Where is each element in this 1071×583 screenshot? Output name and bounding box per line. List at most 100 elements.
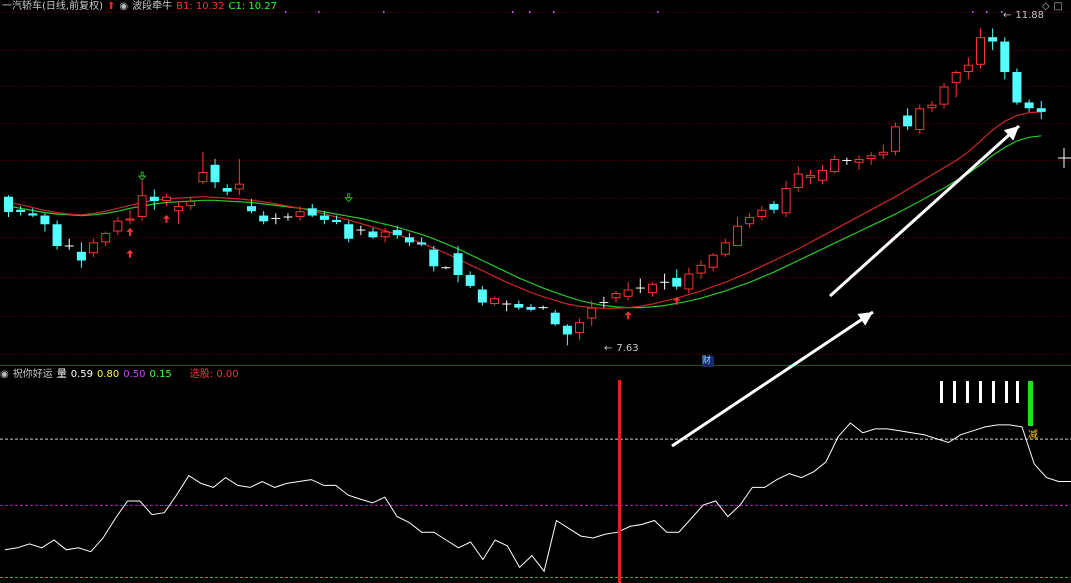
candle [854,155,864,170]
oscillator-value-3: 0.50 [123,369,146,380]
candle-body [963,64,973,72]
candle-body [198,172,208,183]
settings-circle-icon[interactable]: ◉ [0,369,9,380]
candle [137,180,147,221]
candle-body [161,196,171,202]
candle [149,189,159,210]
sell-arrow-icon [344,193,354,203]
candle-body [562,325,572,335]
candle-body [526,306,536,310]
candle-body [793,173,803,188]
candle-body [404,237,414,243]
candle-body [830,159,840,173]
candle-body [745,217,755,225]
stock-chart-canvas[interactable] [0,0,1071,583]
candle [708,253,718,272]
candle-body [28,213,38,216]
candle-body [575,322,585,333]
candle-body [769,203,779,210]
candle-body [113,220,123,232]
oscillator [4,380,1071,583]
candle [951,70,961,98]
candle [271,213,281,225]
security-title[interactable]: 一汽轿车(日线,前复权) [2,1,103,12]
candle [490,296,499,306]
ma-slow-line [8,135,1042,309]
oscillator-name[interactable]: 祝你好运 [13,369,53,380]
sell-arrow-icon [137,171,147,181]
candle-body [307,208,317,216]
candle [866,151,876,165]
candle-body [805,174,815,178]
candle-body [4,196,13,212]
candles[interactable] [4,28,1046,346]
candle-body [392,230,402,236]
candle-body [344,224,354,239]
candle [89,238,99,257]
candle-body [40,215,50,225]
arrow-stem [129,253,131,258]
candle [429,246,439,272]
arrow-head [137,175,147,181]
candle [477,285,487,306]
candle [210,159,220,188]
settings-circle-icon[interactable]: ◉ [119,1,128,12]
candle-body [647,283,657,294]
candle-body [490,298,499,305]
candle-body [429,249,439,267]
low-price-value: 7.63 [616,343,639,354]
buy-arrow-icon [126,227,134,236]
candle-body [234,183,244,190]
candle [356,225,366,236]
candle [757,206,767,221]
candle [283,213,293,221]
candle-body [137,195,147,217]
candle-body [247,206,256,212]
candle [113,217,123,236]
finance-badge[interactable]: 财 [702,356,714,367]
candle-body [866,155,876,159]
candle [1036,101,1046,120]
candle [198,151,208,185]
candle [720,238,730,257]
candle [611,290,621,303]
candle-body [854,159,864,163]
candle-body [514,304,524,308]
candle [745,213,755,228]
candle [733,217,742,246]
candle-body [696,264,706,274]
candle-body [878,151,888,156]
tick-mark [657,11,659,13]
green-signal-bar [1028,381,1033,426]
annotations [671,124,1071,448]
tick-mark [529,11,531,13]
sell-badge: 减 [1028,430,1042,442]
arrow-stem [675,300,678,305]
candle [890,122,900,156]
candle-body [210,164,220,183]
candle-body [295,211,305,217]
arrow-head [857,312,873,326]
white-signal-bar [940,381,943,403]
candle-body [720,242,730,255]
signal-marks [126,171,681,320]
candle [526,304,536,312]
maximize-icon[interactable]: □ [1054,1,1063,12]
indicator-name[interactable]: 波段牵牛 [132,1,172,12]
candle [575,318,585,341]
candle-body [672,277,682,287]
candle [562,324,572,346]
tick-mark [285,11,287,13]
trend-arrow-icon [671,310,874,448]
candle-body [684,273,694,290]
candle-body [149,196,159,202]
candle-body [623,289,633,297]
candle-body [380,231,390,238]
tick-mark [553,11,555,13]
finance-badge-text: 财 [702,356,712,366]
candle-body [587,307,597,319]
candle [781,180,791,217]
candle-body [453,253,463,275]
candle-body [222,188,232,192]
oscillator-grid [0,438,1071,579]
